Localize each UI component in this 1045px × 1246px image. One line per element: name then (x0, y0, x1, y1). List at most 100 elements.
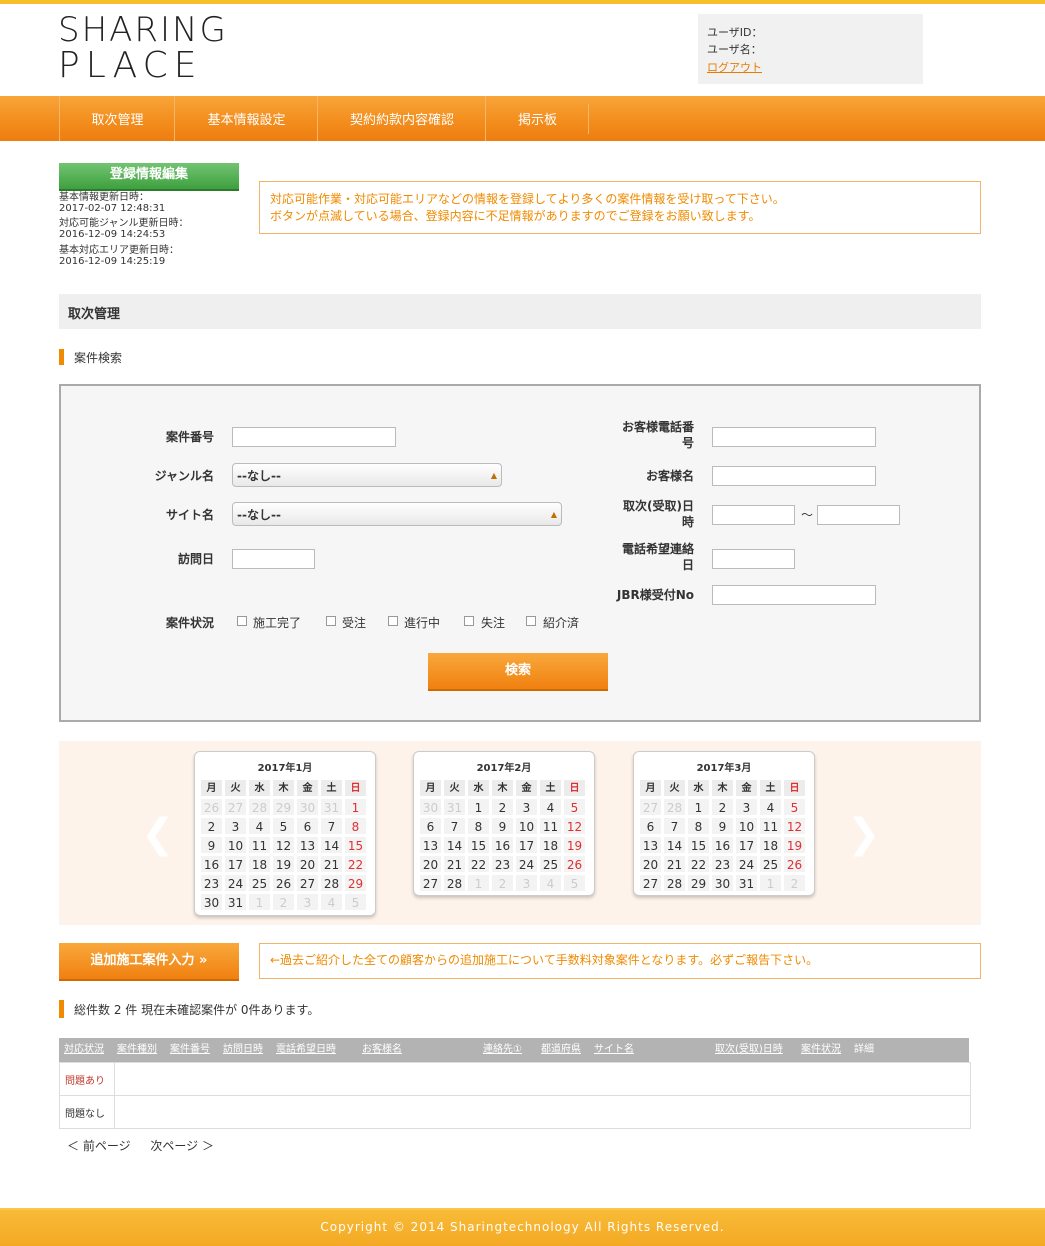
calendar-day[interactable]: 15 (687, 836, 710, 854)
logout-link[interactable]: ログアウト (707, 61, 762, 74)
col-visit-datetime[interactable]: 訪問日時 (223, 1038, 263, 1062)
calendar-day[interactable]: 30 (296, 798, 319, 816)
calendar-day[interactable]: 9 (711, 817, 734, 835)
col-case-status[interactable]: 案件状況 (801, 1038, 841, 1062)
calendar-day[interactable]: 31 (320, 798, 343, 816)
col-status[interactable]: 対応状況 (64, 1038, 104, 1062)
calendar-day[interactable]: 3 (515, 798, 538, 816)
calendar-day[interactable]: 29 (272, 798, 295, 816)
calendar-day[interactable]: 23 (711, 855, 734, 873)
calendar-day[interactable]: 9 (200, 836, 223, 854)
nav-item-board[interactable]: 掲示板 (485, 96, 589, 141)
col-site-name[interactable]: サイト名 (594, 1038, 634, 1062)
handled-to-input[interactable] (817, 505, 900, 525)
calendar-day[interactable]: 22 (467, 855, 490, 873)
calendar-day[interactable]: 21 (663, 855, 686, 873)
calendar-day[interactable]: 5 (272, 817, 295, 835)
calendar-day[interactable]: 22 (344, 855, 367, 873)
col-contact1[interactable]: 連絡先① (483, 1038, 522, 1062)
calendar-day[interactable]: 11 (248, 836, 271, 854)
calendar-day[interactable]: 1 (248, 893, 271, 911)
visit-date-input[interactable] (232, 549, 315, 569)
calendar-day[interactable]: 22 (687, 855, 710, 873)
calendar-day[interactable]: 3 (224, 817, 247, 835)
calendar-day[interactable]: 24 (515, 855, 538, 873)
calendar-day[interactable]: 10 (224, 836, 247, 854)
nav-item-basic-settings[interactable]: 基本情報設定 (174, 96, 318, 141)
status-checkbox-progress[interactable] (388, 616, 398, 626)
calendar-day[interactable]: 27 (296, 874, 319, 892)
calendar-day[interactable]: 24 (224, 874, 247, 892)
calendar-day[interactable]: 31 (735, 874, 758, 892)
calendar-day[interactable]: 16 (491, 836, 514, 854)
calendar-day[interactable]: 8 (467, 817, 490, 835)
calendar-day[interactable]: 23 (200, 874, 223, 892)
calendar-day[interactable]: 25 (248, 874, 271, 892)
calendar-day[interactable]: 18 (539, 836, 562, 854)
calendar-day[interactable]: 1 (687, 798, 710, 816)
calendar-day[interactable]: 8 (687, 817, 710, 835)
calendar-day[interactable]: 24 (735, 855, 758, 873)
jbr-input[interactable] (712, 585, 876, 605)
calendar-day[interactable]: 28 (320, 874, 343, 892)
calendar-day[interactable]: 17 (735, 836, 758, 854)
calendar-day[interactable]: 8 (344, 817, 367, 835)
calendar-day[interactable]: 6 (419, 817, 442, 835)
calendar-day[interactable]: 26 (563, 855, 586, 873)
prev-page-link[interactable]: ＜ 前ページ (67, 1139, 131, 1153)
calendar-day[interactable]: 23 (491, 855, 514, 873)
calendar-day[interactable]: 20 (639, 855, 662, 873)
calendar-day[interactable]: 25 (759, 855, 782, 873)
calendar-day[interactable]: 2 (491, 798, 514, 816)
calendar-day[interactable]: 27 (639, 874, 662, 892)
calendar-day[interactable]: 12 (563, 817, 586, 835)
calendar-day[interactable]: 20 (296, 855, 319, 873)
calendar-day[interactable]: 28 (443, 874, 466, 892)
calendar-day[interactable]: 13 (296, 836, 319, 854)
calendar-day[interactable]: 6 (296, 817, 319, 835)
calendar-next-icon[interactable]: ❯ (847, 811, 881, 857)
status-checkbox-referred[interactable] (526, 616, 536, 626)
calendar-day[interactable]: 30 (419, 798, 442, 816)
calendar-day[interactable]: 29 (344, 874, 367, 892)
calendar-day[interactable]: 14 (443, 836, 466, 854)
col-prefecture[interactable]: 都道府県 (541, 1038, 581, 1062)
calendar-day[interactable]: 30 (200, 893, 223, 911)
calendar-day[interactable]: 15 (344, 836, 367, 854)
calendar-day[interactable]: 29 (687, 874, 710, 892)
calendar-day[interactable]: 16 (711, 836, 734, 854)
calendar-day[interactable]: 25 (539, 855, 562, 873)
calendar-day[interactable]: 5 (783, 798, 806, 816)
calendar-day[interactable]: 2 (200, 817, 223, 835)
calendar-day[interactable]: 28 (248, 798, 271, 816)
col-case-number[interactable]: 案件番号 (170, 1038, 210, 1062)
calendar-day[interactable]: 3 (515, 874, 538, 892)
site-select[interactable]: --なし-- ▲ (232, 502, 562, 526)
calendar-day[interactable]: 7 (320, 817, 343, 835)
calendar-day[interactable]: 27 (224, 798, 247, 816)
col-contact-datetime[interactable]: 電話希望日時 (276, 1038, 336, 1062)
calendar-day[interactable]: 20 (419, 855, 442, 873)
calendar-day[interactable]: 6 (639, 817, 662, 835)
calendar-prev-icon[interactable]: ❮ (141, 811, 175, 857)
calendar-day[interactable]: 31 (224, 893, 247, 911)
calendar-day[interactable]: 13 (419, 836, 442, 854)
col-customer-name[interactable]: お客様名 (362, 1038, 402, 1062)
status-checkbox-complete[interactable] (237, 616, 247, 626)
handled-from-input[interactable] (712, 505, 795, 525)
calendar-day[interactable]: 27 (419, 874, 442, 892)
calendar-day[interactable]: 19 (563, 836, 586, 854)
calendar-day[interactable]: 1 (467, 798, 490, 816)
calendar-day[interactable]: 4 (539, 798, 562, 816)
calendar-day[interactable]: 2 (272, 893, 295, 911)
calendar-day[interactable]: 14 (320, 836, 343, 854)
calendar-day[interactable]: 12 (783, 817, 806, 835)
calendar-day[interactable]: 30 (711, 874, 734, 892)
calendar-day[interactable]: 10 (735, 817, 758, 835)
calendar-day[interactable]: 28 (663, 874, 686, 892)
customer-phone-input[interactable] (712, 427, 876, 447)
nav-item-torituki[interactable]: 取次管理 (59, 96, 175, 141)
calendar-day[interactable]: 11 (539, 817, 562, 835)
calendar-day[interactable]: 9 (491, 817, 514, 835)
calendar-day[interactable]: 19 (783, 836, 806, 854)
